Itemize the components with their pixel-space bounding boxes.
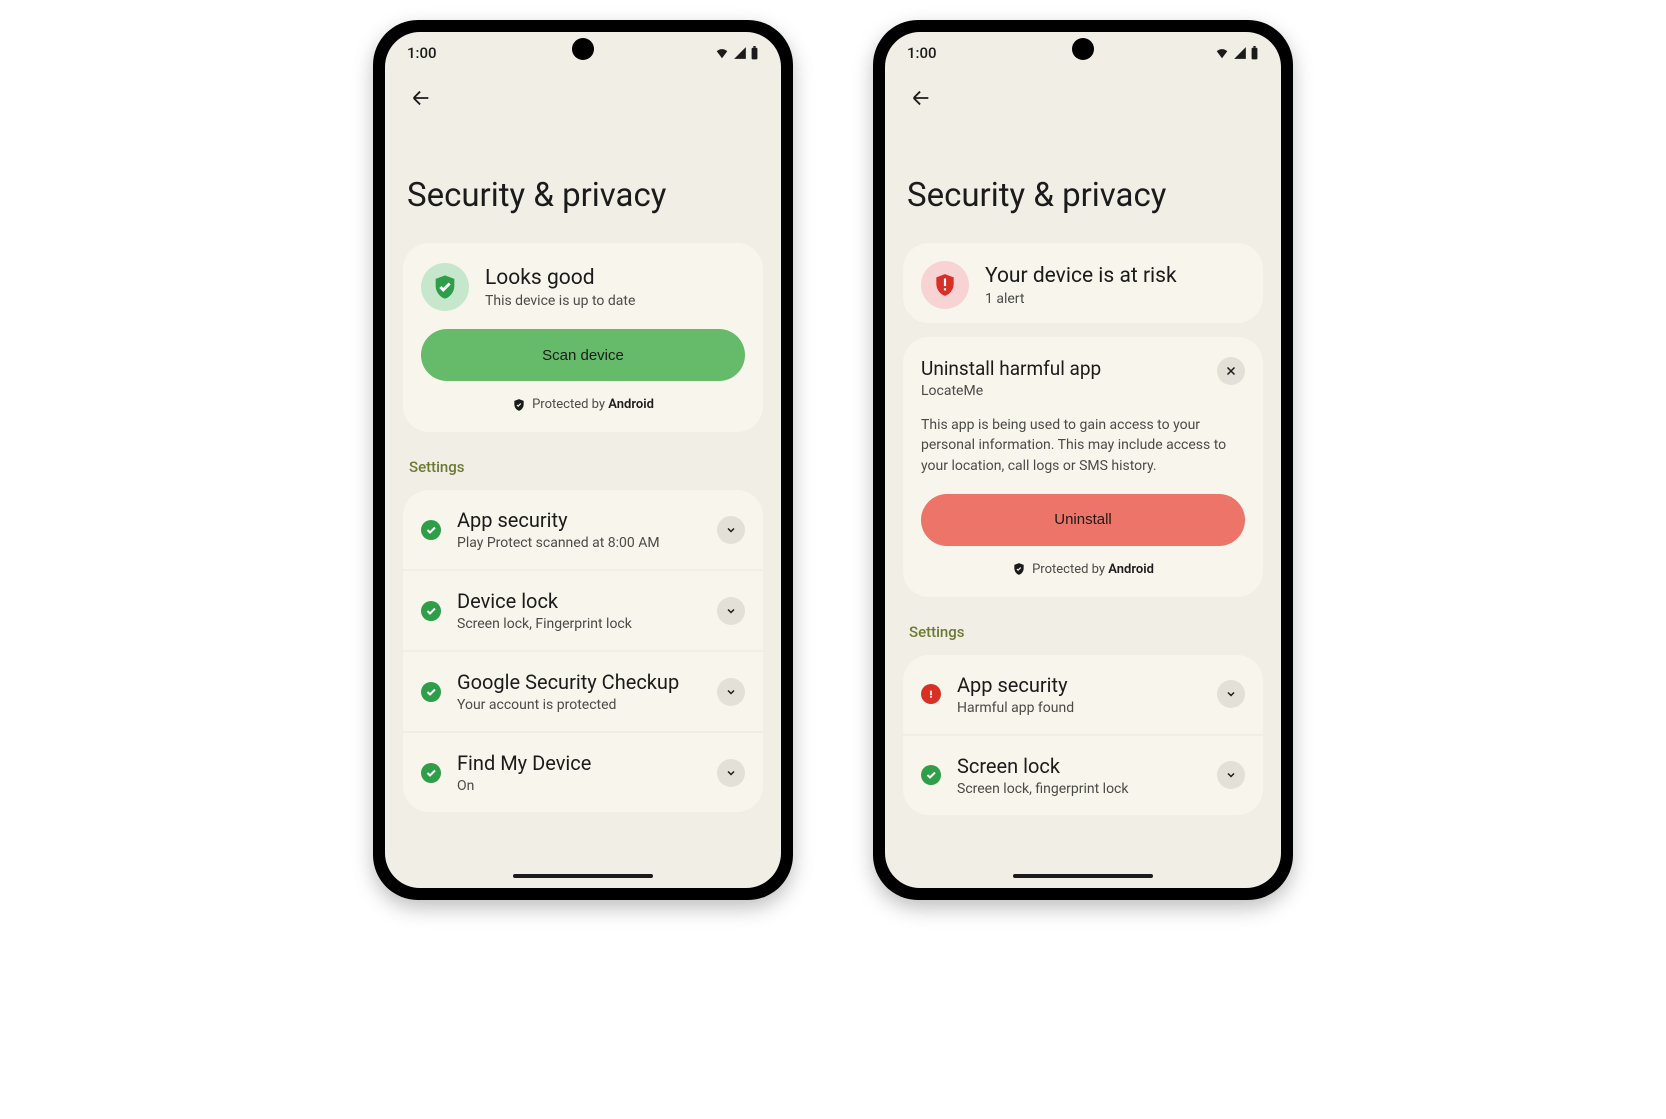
alert-icon xyxy=(921,684,941,704)
back-arrow-icon xyxy=(910,87,932,109)
chevron-down-icon xyxy=(725,605,737,617)
setting-find-my-device[interactable]: Find My Device On xyxy=(403,733,763,812)
check-icon xyxy=(921,765,941,785)
setting-subtitle: Harmful app found xyxy=(957,700,1201,716)
shield-icon xyxy=(1012,562,1026,576)
screen-right: 1:00 Security & privacy xyxy=(885,32,1281,888)
status-title: Your device is at risk xyxy=(985,264,1177,288)
chevron-down-icon xyxy=(1225,769,1237,781)
chevron-down-icon xyxy=(1225,688,1237,700)
setting-subtitle: Your account is protected xyxy=(457,697,701,713)
setting-title: Find My Device xyxy=(457,751,701,775)
settings-list: App security Play Protect scanned at 8:0… xyxy=(403,490,763,812)
settings-label: Settings xyxy=(909,623,1263,641)
back-arrow-icon xyxy=(410,87,432,109)
close-icon xyxy=(1225,365,1237,377)
setting-title: App security xyxy=(457,508,701,532)
signal-icon xyxy=(1232,46,1248,60)
front-camera xyxy=(576,42,590,56)
front-camera xyxy=(1076,42,1090,56)
status-icons xyxy=(714,46,759,60)
status-time: 1:00 xyxy=(907,44,937,62)
shield-alert-icon xyxy=(932,272,958,298)
protected-by: Protected by Android xyxy=(921,562,1245,577)
setting-title: Device lock xyxy=(457,589,701,613)
chevron-down-icon xyxy=(725,686,737,698)
page-title: Security & privacy xyxy=(407,176,763,215)
expand-button[interactable] xyxy=(717,597,745,625)
phone-left: 1:00 Security & privacy xyxy=(373,20,793,900)
check-icon xyxy=(421,763,441,783)
status-subtitle: 1 alert xyxy=(985,291,1177,307)
expand-button[interactable] xyxy=(717,678,745,706)
setting-title: App security xyxy=(957,673,1201,697)
battery-icon xyxy=(750,46,759,60)
scan-device-button[interactable]: Scan device xyxy=(421,329,745,381)
settings-list: App security Harmful app found Screen lo… xyxy=(903,655,1263,815)
alert-body: This app is being used to gain access to… xyxy=(921,415,1245,476)
signal-icon xyxy=(732,46,748,60)
expand-button[interactable] xyxy=(717,759,745,787)
status-card: Your device is at risk 1 alert xyxy=(903,243,1263,323)
shield-icon xyxy=(512,398,526,412)
uninstall-button[interactable]: Uninstall xyxy=(921,494,1245,546)
setting-app-security[interactable]: App security Play Protect scanned at 8:0… xyxy=(403,490,763,571)
protected-by: Protected by Android xyxy=(421,397,745,412)
alert-card: Uninstall harmful app LocateMe This app … xyxy=(903,337,1263,597)
setting-google-security-checkup[interactable]: Google Security Checkup Your account is … xyxy=(403,652,763,733)
check-icon xyxy=(421,601,441,621)
setting-subtitle: Play Protect scanned at 8:00 AM xyxy=(457,535,701,551)
dismiss-button[interactable] xyxy=(1217,357,1245,385)
screen-left: 1:00 Security & privacy xyxy=(385,32,781,888)
status-title: Looks good xyxy=(485,266,635,290)
setting-title: Google Security Checkup xyxy=(457,670,701,694)
page-title: Security & privacy xyxy=(907,176,1263,215)
status-card: Looks good This device is up to date Sca… xyxy=(403,243,763,432)
chevron-down-icon xyxy=(725,767,737,779)
alert-app-name: LocateMe xyxy=(921,383,1101,399)
chevron-down-icon xyxy=(725,524,737,536)
back-button[interactable] xyxy=(403,80,439,116)
setting-subtitle: Screen lock, Fingerprint lock xyxy=(457,616,701,632)
check-icon xyxy=(421,682,441,702)
nav-row xyxy=(385,74,781,116)
status-risk-icon xyxy=(921,261,969,309)
shield-check-icon xyxy=(431,273,459,301)
setting-title: Screen lock xyxy=(957,754,1201,778)
alert-title: Uninstall harmful app xyxy=(921,357,1101,380)
expand-button[interactable] xyxy=(1217,680,1245,708)
expand-button[interactable] xyxy=(1217,761,1245,789)
status-subtitle: This device is up to date xyxy=(485,293,635,309)
phone-right: 1:00 Security & privacy xyxy=(873,20,1293,900)
battery-icon xyxy=(1250,46,1259,60)
check-icon xyxy=(421,520,441,540)
setting-app-security[interactable]: App security Harmful app found xyxy=(903,655,1263,736)
status-good-icon xyxy=(421,263,469,311)
expand-button[interactable] xyxy=(717,516,745,544)
status-icons xyxy=(1214,46,1259,60)
setting-subtitle: Screen lock, fingerprint lock xyxy=(957,781,1201,797)
nav-row xyxy=(885,74,1281,116)
settings-label: Settings xyxy=(409,458,763,476)
wifi-icon xyxy=(714,46,730,60)
setting-device-lock[interactable]: Device lock Screen lock, Fingerprint loc… xyxy=(403,571,763,652)
setting-subtitle: On xyxy=(457,778,701,794)
setting-screen-lock[interactable]: Screen lock Screen lock, fingerprint loc… xyxy=(903,736,1263,815)
status-time: 1:00 xyxy=(407,44,437,62)
back-button[interactable] xyxy=(903,80,939,116)
wifi-icon xyxy=(1214,46,1230,60)
